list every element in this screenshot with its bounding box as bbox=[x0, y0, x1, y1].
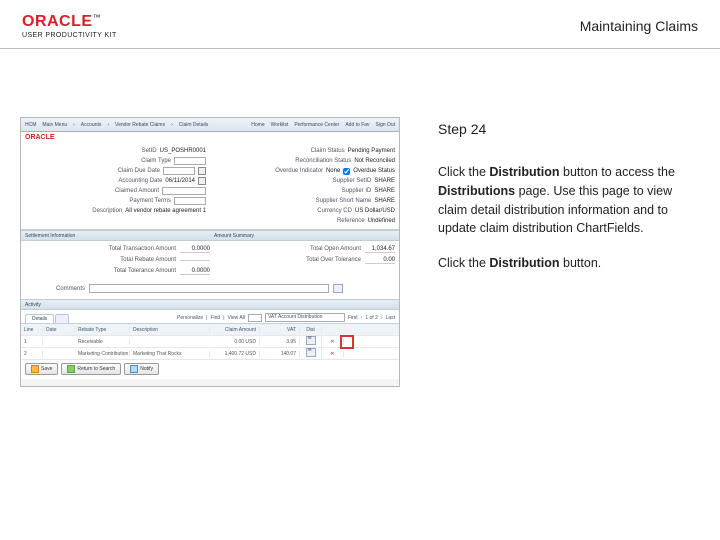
save-button[interactable]: Save bbox=[25, 363, 58, 375]
comments-expand-icon[interactable] bbox=[333, 284, 343, 293]
app-screenshot: HCM Main Menu › Accounts › Vendor Rebate… bbox=[20, 117, 400, 387]
instruction-panel: Step 24 Click the Distribution button to… bbox=[418, 49, 700, 387]
tab-expand-icon[interactable] bbox=[55, 314, 69, 323]
breadcrumb-item[interactable]: Vendor Rebate Claims bbox=[115, 122, 165, 128]
nav-link[interactable]: Worklist bbox=[271, 122, 289, 128]
nav-link[interactable]: Performance Center bbox=[294, 122, 339, 128]
breadcrumb-item[interactable]: Main Menu bbox=[42, 122, 67, 128]
oracle-logo: ORACLE™ USER PRODUCTIVITY KIT bbox=[22, 13, 117, 39]
step-label: Step 24 bbox=[438, 121, 680, 137]
claim-header-form: SetIDUS_POSHR0001 Claim Type Claim Due D… bbox=[21, 143, 399, 230]
instruction-action: Click the Distribution button. bbox=[438, 254, 680, 273]
payment-terms-input[interactable] bbox=[174, 197, 206, 205]
app-logo: ORACLE bbox=[21, 132, 399, 143]
overdue-checkbox[interactable] bbox=[343, 168, 350, 175]
section-settlement[interactable]: Settlement Information bbox=[21, 230, 210, 241]
instruction-text: Click the Distribution button to access … bbox=[438, 163, 680, 238]
grid-header: Line Date Rebate Type Description Claim … bbox=[21, 324, 399, 336]
amount-summary: Total Transaction Amount0.0000 Total Reb… bbox=[21, 241, 399, 282]
page-header: ORACLE™ USER PRODUCTIVITY KIT Maintainin… bbox=[0, 0, 720, 48]
notify-button[interactable]: Notify bbox=[124, 363, 159, 375]
claim-due-date-input[interactable] bbox=[163, 167, 195, 175]
nav-link[interactable]: Sign Out bbox=[376, 122, 395, 128]
breadcrumb-item[interactable]: Claim Details bbox=[179, 122, 208, 128]
app-topbar: HCM Main Menu › Accounts › Vendor Rebate… bbox=[21, 118, 399, 132]
delete-row-icon[interactable]: ✕ bbox=[330, 339, 334, 345]
grid-controls: Details Personalize | Find | View All VA… bbox=[21, 310, 399, 323]
nav-link[interactable]: Home bbox=[251, 122, 264, 128]
grid-page-input[interactable] bbox=[248, 314, 262, 322]
tab-details[interactable]: Details bbox=[25, 314, 54, 323]
grid-counter: 1 of 2 bbox=[365, 315, 378, 321]
nav-link[interactable]: Add to Fav bbox=[345, 122, 369, 128]
claimed-amount-input[interactable] bbox=[162, 187, 206, 195]
grid-personalize-link[interactable]: Personalize bbox=[177, 315, 203, 321]
page-title: Maintaining Claims bbox=[580, 18, 698, 34]
grid-first-link[interactable]: First bbox=[348, 315, 358, 321]
grid-find-link[interactable]: Find bbox=[210, 315, 220, 321]
grid-last-link[interactable]: Last bbox=[386, 315, 395, 321]
section-amount-summary[interactable]: Amount Summary bbox=[210, 230, 399, 241]
distribution-icon[interactable] bbox=[306, 348, 316, 357]
table-row: 1 Receivable 0.00 USD 3.95 ✕ bbox=[21, 336, 399, 348]
breadcrumb-item[interactable]: HCM bbox=[25, 122, 36, 128]
claim-type-input[interactable] bbox=[174, 157, 206, 165]
brand-name: ORACLE bbox=[22, 13, 93, 30]
calendar-icon[interactable] bbox=[198, 167, 206, 175]
delete-row-icon[interactable]: ✕ bbox=[330, 351, 334, 357]
distribution-icon[interactable] bbox=[306, 336, 316, 345]
activity-grid: Line Date Rebate Type Description Claim … bbox=[21, 323, 399, 360]
vat-dropdown[interactable]: VAT Account Distribution bbox=[265, 313, 345, 322]
grid-viewall-link[interactable]: View All bbox=[228, 315, 245, 321]
comments-label: Comments bbox=[25, 286, 85, 292]
return-to-search-button[interactable]: Return to Search bbox=[61, 363, 121, 375]
comments-input[interactable] bbox=[89, 284, 329, 293]
brand-subtitle: USER PRODUCTIVITY KIT bbox=[22, 32, 117, 39]
breadcrumb-item[interactable]: Accounts bbox=[81, 122, 102, 128]
table-row: 2 Marketing Contribution Marketing That … bbox=[21, 348, 399, 360]
calendar-icon[interactable] bbox=[198, 177, 206, 185]
section-activity[interactable]: Activity bbox=[21, 299, 399, 310]
action-buttons: Save Return to Search Notify bbox=[21, 360, 399, 379]
